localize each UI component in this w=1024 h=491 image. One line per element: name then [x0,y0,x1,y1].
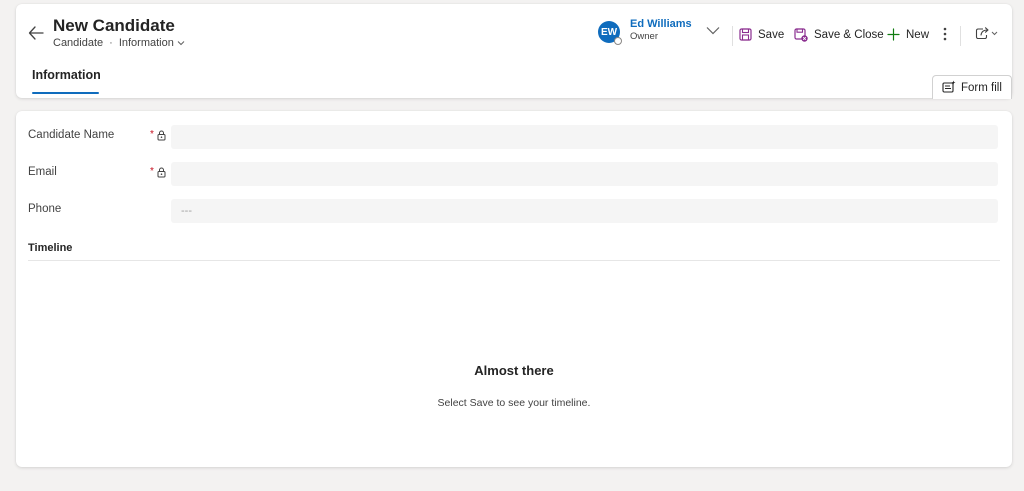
timeline-empty-title: Almost there [474,363,554,378]
phone-field[interactable] [171,199,998,223]
email-label: Email [28,166,57,178]
record-header: New Candidate Candidate · Information EW… [16,4,1012,98]
share-button[interactable] [975,26,999,40]
page-title: New Candidate [53,16,175,35]
save-icon [739,28,752,41]
candidate-name-input[interactable] [171,125,998,149]
section-divider [28,260,1000,261]
phone-label: Phone [28,203,62,215]
avatar: EW [598,21,622,45]
breadcrumb: Candidate · Information [53,37,185,49]
required-indicator: * [150,166,154,177]
owner-persona[interactable]: EW Ed Williams Owner [598,18,692,45]
header-expand-chevron-icon[interactable] [706,22,720,40]
lock-icon [157,165,166,183]
back-arrow-icon[interactable] [28,26,46,42]
form-section: Candidate Name * Email * Phone Timeline … [16,111,1012,467]
form-fill-icon [942,80,956,96]
required-indicator: * [150,129,154,140]
save-close-label: Save & Close [814,29,884,41]
owner-name-link[interactable]: Ed Williams [630,18,692,30]
avatar-initials: EW [600,26,618,38]
timeline-empty-message: Select Save to see your timeline. [437,397,591,409]
new-button[interactable]: New [887,28,929,41]
more-vertical-icon [942,26,948,42]
timeline-section-title: Timeline [28,242,73,254]
lock-icon [157,128,166,146]
save-close-icon [794,28,808,42]
form-fill-label: Form fill [961,81,1002,94]
chevron-down-icon [177,37,185,49]
new-label: New [906,28,930,41]
presence-status-icon [614,37,622,45]
form-selector[interactable]: Information [119,37,185,49]
more-commands-button[interactable] [942,26,948,42]
save-button[interactable]: Save [739,28,784,41]
email-field[interactable] [171,162,998,186]
tab-information[interactable]: Information [32,68,101,82]
breadcrumb-separator: · [109,37,113,49]
form-fill-button[interactable]: Form fill [932,75,1012,99]
form-name: Information [118,37,174,49]
entity-name: Candidate [53,37,104,49]
command-divider [732,26,733,46]
owner-role-label: Owner [630,31,658,42]
plus-icon [887,28,900,41]
command-divider [960,26,961,46]
active-tab-indicator [32,92,99,94]
save-label: Save [758,28,785,41]
candidate-name-label: Candidate Name [28,129,115,141]
share-icon [975,26,999,40]
save-and-close-button[interactable]: Save & Close [794,28,884,42]
